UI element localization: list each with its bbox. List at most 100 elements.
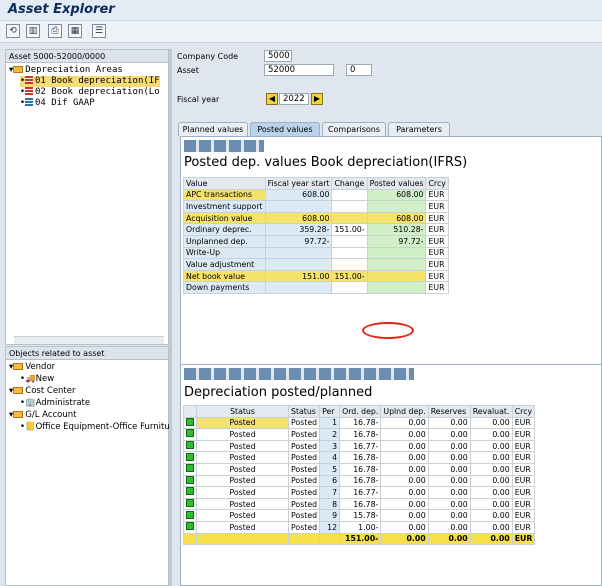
table-cell: 3 (319, 439, 341, 453)
table-cell: Posted (196, 428, 289, 441)
table-row[interactable]: Ordinary deprec. 359.28- 151.00- 510.28- EUR (183, 223, 449, 236)
green-light-icon (186, 441, 194, 450)
panel2-toolbar-icons[interactable] (184, 368, 414, 380)
table-cell: 7 (319, 486, 341, 499)
table-cell: Ordinary deprec. (183, 223, 266, 236)
table-cell: 0.00 (380, 451, 429, 464)
grid-icon[interactable]: ▦ (68, 24, 82, 38)
print-icon[interactable]: ⎙ (48, 24, 62, 38)
table-row[interactable]: Write-Up EUR (183, 246, 449, 260)
table-cell: 0.00 (469, 439, 513, 453)
tab-parameters[interactable]: Parameters (388, 122, 450, 136)
table-cell: EUR (425, 211, 449, 225)
column-header: Crcy (425, 177, 449, 190)
table-cell: 16.78- (339, 497, 382, 511)
table-row[interactable]: Posted Posted 7 16.77- 0.00 0.00 0.00 EUR (183, 486, 536, 499)
tree-gl-account-office[interactable]: •📒Office Equipment-Office Furniture (20, 422, 178, 433)
tree-vendor-new[interactable]: •🚚New (20, 374, 54, 385)
fiscal-year-label: Fiscal year (177, 95, 220, 104)
refresh-icon[interactable]: ⟲ (6, 24, 20, 38)
table-cell: Unplanned dep. (183, 234, 266, 248)
fiscal-year-field[interactable]: 2022 (279, 93, 309, 105)
subnumber-field[interactable]: 0 (346, 64, 372, 76)
table-row[interactable]: Posted Posted 4 16.78- 0.00 0.00 0.00 EUR (183, 451, 536, 464)
table-cell: 0.00 (427, 474, 471, 488)
table-row[interactable]: Acquisition value 608.00 608.00 EUR (183, 211, 449, 225)
table-cell: 0.00 (469, 486, 513, 499)
table-row[interactable]: Posted Posted 9 15.78- 0.00 0.00 0.00 EUR (183, 509, 536, 522)
green-light-icon (186, 522, 194, 531)
table-cell: 0.00 (380, 416, 429, 430)
table-row[interactable]: Down payments EUR (183, 281, 449, 294)
column-header: Change (331, 177, 368, 190)
total-cell (196, 532, 289, 546)
table-cell: 16.78- (339, 462, 382, 476)
table-cell: EUR (425, 234, 449, 248)
table-row[interactable]: Value adjustment EUR (183, 258, 449, 271)
table-cell (264, 200, 333, 213)
prev-year-button[interactable]: ◀ (266, 93, 278, 105)
table-cell: Posted (196, 486, 289, 499)
total-cell: 151.00- (339, 532, 382, 546)
table-cell (264, 281, 333, 294)
tree-gl-account[interactable]: ▾ G/L Account (9, 410, 77, 421)
table-row[interactable]: Posted Posted 3 16.77- 0.00 0.00 0.00 EUR (183, 439, 536, 453)
company-code-field[interactable]: 5000 (264, 50, 292, 62)
table-cell: 0.00 (469, 428, 513, 441)
tab-comparisons[interactable]: Comparisons (322, 122, 386, 136)
table-cell: 151.00- (331, 223, 368, 236)
table-cell (264, 258, 333, 271)
table-cell: 0.00 (469, 497, 513, 511)
table-cell: 16.78- (339, 474, 382, 488)
table-cell: 0.00 (469, 451, 513, 464)
table-row[interactable]: Posted Posted 12 1.00- 0.00 0.00 0.00 EUR (183, 520, 536, 534)
table-cell (366, 281, 427, 294)
tree-depreciation-areas[interactable]: ▾ Depreciation Areas (9, 65, 123, 76)
folder-icon (13, 387, 24, 394)
tree-area-02[interactable]: • 02 Book depreciation(Lo (20, 87, 160, 98)
tab-planned-values[interactable]: Planned values (178, 122, 248, 136)
tree-area-01[interactable]: • 01 Book depreciation(IF (20, 76, 160, 87)
table-cell: EUR (511, 497, 536, 511)
total-cell: 0.00 (469, 532, 513, 546)
table-row[interactable]: Unplanned dep. 97.72- 97.72- EUR (183, 234, 449, 248)
tree-cost-center[interactable]: ▾ Cost Center (9, 386, 76, 397)
table-cell: 510.28- (366, 223, 427, 236)
table-cell: EUR (425, 258, 449, 271)
table-row[interactable]: APC transactions 608.00 608.00 EUR (183, 188, 449, 202)
column-header: Value (183, 177, 266, 190)
table-cell: 608.00 (366, 188, 427, 202)
list-icon[interactable]: ☰ (92, 24, 106, 38)
table-cell: 0.00 (380, 486, 429, 499)
display-icon[interactable]: ▥ (26, 24, 40, 38)
table-cell: Posted (196, 474, 289, 488)
tree-area-04[interactable]: • 04 Dif GAAP (20, 98, 95, 109)
tree-vendor[interactable]: ▾ Vendor (9, 362, 55, 373)
column-header: Status (196, 405, 289, 418)
tab-posted-values[interactable]: Posted values (250, 122, 320, 136)
table-cell: 151.00- (331, 269, 368, 283)
column-header: Posted values (366, 177, 427, 190)
tree-scrollbar[interactable] (14, 336, 164, 344)
folder-icon (13, 363, 24, 370)
table-cell: EUR (511, 451, 536, 464)
table-row[interactable]: Investment support EUR (183, 200, 449, 213)
posted-title: Posted dep. values Book depreciation(IFR… (184, 155, 468, 170)
table-cell: EUR (511, 416, 536, 430)
next-year-button[interactable]: ▶ (311, 93, 323, 105)
table-row[interactable]: Posted Posted 2 16.78- 0.00 0.00 0.00 EUR (183, 428, 536, 441)
table-cell (331, 200, 368, 213)
posted-values-panel: Posted dep. values Book depreciation(IFR… (180, 136, 602, 366)
table-cell: 0.00 (380, 439, 429, 453)
status-light (183, 428, 197, 441)
asset-field[interactable]: 52000 (264, 64, 334, 76)
panel-toolbar-icons[interactable] (184, 140, 264, 152)
table-row[interactable]: Posted Posted 8 16.78- 0.00 0.00 0.00 EUR (183, 497, 536, 511)
table-row[interactable]: Posted Posted 6 16.78- 0.00 0.00 0.00 EUR (183, 474, 536, 488)
table-cell (366, 269, 427, 283)
tree-cost-center-admin[interactable]: •🏢Administrate (20, 398, 90, 409)
table-row[interactable]: Posted Posted 5 16.78- 0.00 0.00 0.00 EUR (183, 462, 536, 476)
table-row[interactable]: Posted Posted 1 16.78- 0.00 0.00 0.00 EUR (183, 416, 536, 430)
truck-icon: 🚚 (25, 374, 36, 384)
table-row[interactable]: Net book value 151.00 151.00- EUR (183, 269, 449, 283)
